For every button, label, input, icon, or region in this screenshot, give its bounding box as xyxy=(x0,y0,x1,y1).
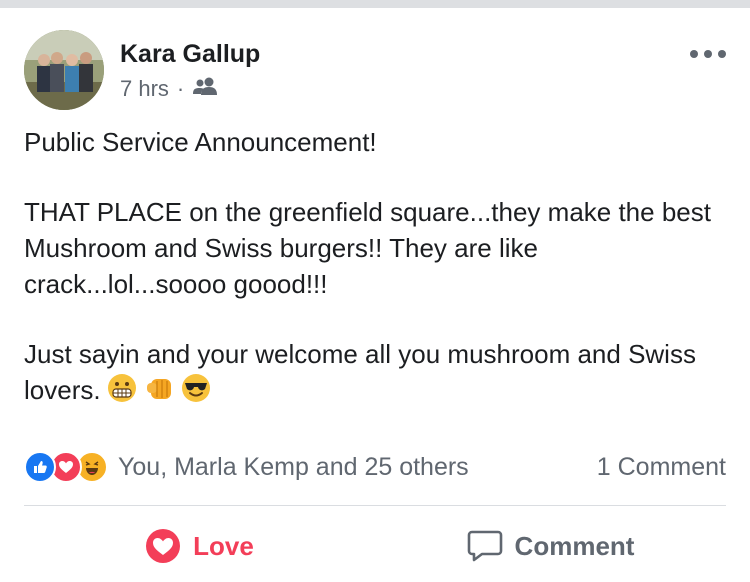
action-bar: Love Comment xyxy=(24,516,726,576)
post-meta: 7 hrs · xyxy=(120,76,218,102)
comment-button-label: Comment xyxy=(514,530,635,561)
comment-icon xyxy=(467,529,503,563)
fist-bump-icon xyxy=(143,373,175,412)
meta-separator: · xyxy=(176,76,185,101)
reactions-bar: You, Marla Kemp and 25 others 1 Comment xyxy=(24,450,726,484)
more-options-button[interactable] xyxy=(690,44,726,64)
love-button-label: Love xyxy=(193,530,254,561)
comment-count-link[interactable]: 1 Comment xyxy=(597,453,726,482)
post-paragraph: Just sayin and your welcome all you mush… xyxy=(24,336,734,412)
love-icon xyxy=(145,528,181,564)
author-name[interactable]: Kara Gallup xyxy=(120,40,260,69)
reaction-summary[interactable]: You, Marla Kemp and 25 others xyxy=(24,451,469,483)
post-paragraph: Public Service Announcement! xyxy=(24,127,377,157)
grimacing-face-icon xyxy=(107,373,137,412)
reaction-summary-text[interactable]: You, Marla Kemp and 25 others xyxy=(118,453,469,482)
post-header: Kara Gallup 7 hrs · xyxy=(24,30,734,110)
sunglasses-face-icon xyxy=(181,373,211,412)
avatar[interactable] xyxy=(24,30,104,110)
comment-button[interactable]: Comment xyxy=(375,516,726,576)
love-button[interactable]: Love xyxy=(24,516,375,576)
post-body: Public Service Announcement! THAT PLACE … xyxy=(24,124,734,412)
more-dot-icon xyxy=(690,50,698,58)
divider xyxy=(24,505,726,506)
more-dot-icon xyxy=(704,50,712,58)
more-dot-icon xyxy=(718,50,726,58)
post-paragraph: THAT PLACE on the greenfield square...th… xyxy=(24,197,711,299)
top-border xyxy=(0,0,750,8)
friends-icon xyxy=(190,76,218,102)
post-time[interactable]: 7 hrs xyxy=(120,76,169,102)
like-icon xyxy=(24,451,56,483)
